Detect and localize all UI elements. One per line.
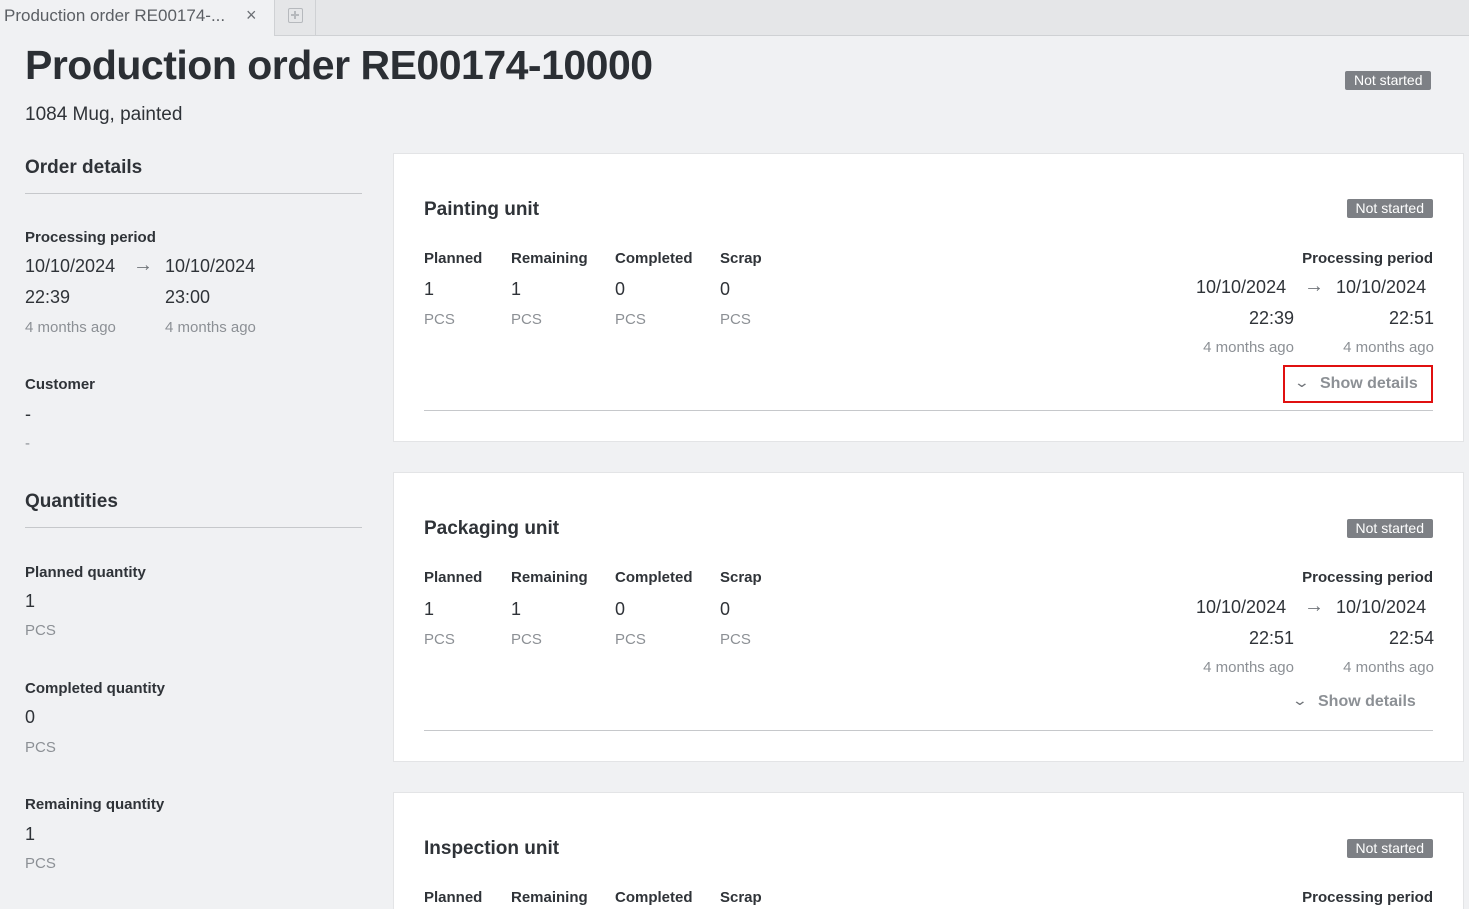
chevron-down-icon: ⌄ <box>1291 692 1309 708</box>
divider <box>25 193 362 194</box>
unit-title: Painting unit <box>424 199 540 220</box>
unit-card-packaging: Packaging unit Not started Planned Remai… <box>393 472 1464 762</box>
planned-quantity-value: 1 <box>25 591 36 611</box>
planned-value: 1 <box>424 279 435 299</box>
completed-quantity-label: Completed quantity <box>25 680 166 697</box>
new-tab-icon <box>288 8 303 23</box>
end-relative-time: 4 months ago <box>165 319 256 336</box>
quantities-heading: Quantities <box>25 491 118 512</box>
completed-value: 0 <box>615 599 626 619</box>
show-details-button[interactable]: ⌄ Show details <box>1283 365 1433 403</box>
completed-label: Completed <box>615 569 693 586</box>
start-time: 22:51 <box>1248 628 1294 648</box>
page-title: Production order RE00174-10000 <box>25 42 653 88</box>
remaining-quantity-value: 1 <box>25 824 36 844</box>
status-badge: Not started <box>1346 839 1433 858</box>
remaining-unit: PCS <box>511 631 542 648</box>
end-relative-time: 4 months ago <box>1343 659 1434 676</box>
status-badge: Not started <box>1346 199 1433 218</box>
tab-title: Production order RE00174-... <box>4 6 226 25</box>
start-date: 10/10/2024 <box>1196 597 1287 617</box>
completed-value: 0 <box>615 279 626 299</box>
completed-label: Completed <box>615 250 693 267</box>
customer-value: - <box>25 404 31 424</box>
remaining-unit: PCS <box>511 311 542 328</box>
end-time: 22:54 <box>1388 628 1434 648</box>
remaining-value: 1 <box>511 279 522 299</box>
start-time: 22:39 <box>25 287 71 307</box>
customer-sub: - <box>25 435 30 452</box>
remaining-label: Remaining <box>511 569 588 586</box>
end-relative-time: 4 months ago <box>1343 339 1434 356</box>
unit-card-painting: Painting unit Not started Planned Remain… <box>393 153 1464 442</box>
scrap-label: Scrap <box>720 889 762 906</box>
chevron-down-icon: ⌄ <box>1293 374 1311 390</box>
completed-unit: PCS <box>615 311 646 328</box>
planned-label: Planned <box>424 569 483 586</box>
remaining-quantity-unit: PCS <box>25 855 56 872</box>
unit-title: Packaging unit <box>424 518 560 539</box>
unit-title: Inspection unit <box>424 838 560 859</box>
planned-unit: PCS <box>424 311 455 328</box>
completed-label: Completed <box>615 889 693 906</box>
scrap-label: Scrap <box>720 569 762 586</box>
tab-bar: Production order RE00174-... × <box>0 0 1469 36</box>
arrow-right-icon: → <box>1304 275 1324 297</box>
start-relative-time: 4 months ago <box>1203 659 1294 676</box>
divider <box>424 410 1433 411</box>
divider <box>424 730 1433 731</box>
processing-period-label: Processing period <box>1302 889 1433 906</box>
show-details-label: Show details <box>1320 375 1418 392</box>
order-details-heading: Order details <box>25 157 143 178</box>
status-badge: Not started <box>1345 71 1432 90</box>
processing-period-label: Processing period <box>25 229 156 246</box>
start-date: 10/10/2024 <box>1196 277 1287 297</box>
planned-label: Planned <box>424 889 483 906</box>
show-details-button[interactable]: ⌄ Show details <box>1283 685 1433 723</box>
scrap-unit: PCS <box>720 311 751 328</box>
planned-quantity-unit: PCS <box>25 622 56 639</box>
status-badge: Not started <box>1346 519 1433 538</box>
remaining-value: 1 <box>511 599 522 619</box>
scrap-label: Scrap <box>720 250 762 267</box>
start-date: 10/10/2024 <box>25 256 116 276</box>
tab-production-order[interactable]: Production order RE00174-... × <box>0 0 275 36</box>
end-time: 23:00 <box>165 287 211 307</box>
end-date: 10/10/2024 <box>1336 597 1427 617</box>
completed-unit: PCS <box>615 631 646 648</box>
completed-quantity-unit: PCS <box>25 739 56 756</box>
arrow-right-icon: → <box>133 254 153 276</box>
remaining-label: Remaining <box>511 889 588 906</box>
page-subtitle: 1084 Mug, painted <box>25 104 183 125</box>
arrow-right-icon: → <box>1304 595 1324 617</box>
planned-value: 1 <box>424 599 435 619</box>
scrap-unit: PCS <box>720 631 751 648</box>
remaining-label: Remaining <box>511 250 588 267</box>
customer-label: Customer <box>25 376 96 393</box>
planned-label: Planned <box>424 250 483 267</box>
divider <box>25 527 362 528</box>
planned-unit: PCS <box>424 631 455 648</box>
start-relative-time: 4 months ago <box>25 319 116 336</box>
scrap-value: 0 <box>720 279 731 299</box>
scrap-value: 0 <box>720 599 731 619</box>
show-details-label: Show details <box>1318 693 1416 710</box>
end-date: 10/10/2024 <box>165 256 256 276</box>
remaining-quantity-label: Remaining quantity <box>25 796 165 813</box>
start-time: 22:39 <box>1248 308 1294 328</box>
new-tab-button[interactable] <box>275 0 316 36</box>
start-relative-time: 4 months ago <box>1203 339 1294 356</box>
processing-period-label: Processing period <box>1302 250 1433 267</box>
processing-period-label: Processing period <box>1302 569 1433 586</box>
close-icon[interactable]: × <box>246 5 257 26</box>
end-date: 10/10/2024 <box>1336 277 1427 297</box>
planned-quantity-label: Planned quantity <box>25 564 146 581</box>
end-time: 22:51 <box>1388 308 1434 328</box>
unit-card-inspection: Inspection unit Not started Planned Rema… <box>393 792 1464 909</box>
completed-quantity-value: 0 <box>25 707 36 727</box>
